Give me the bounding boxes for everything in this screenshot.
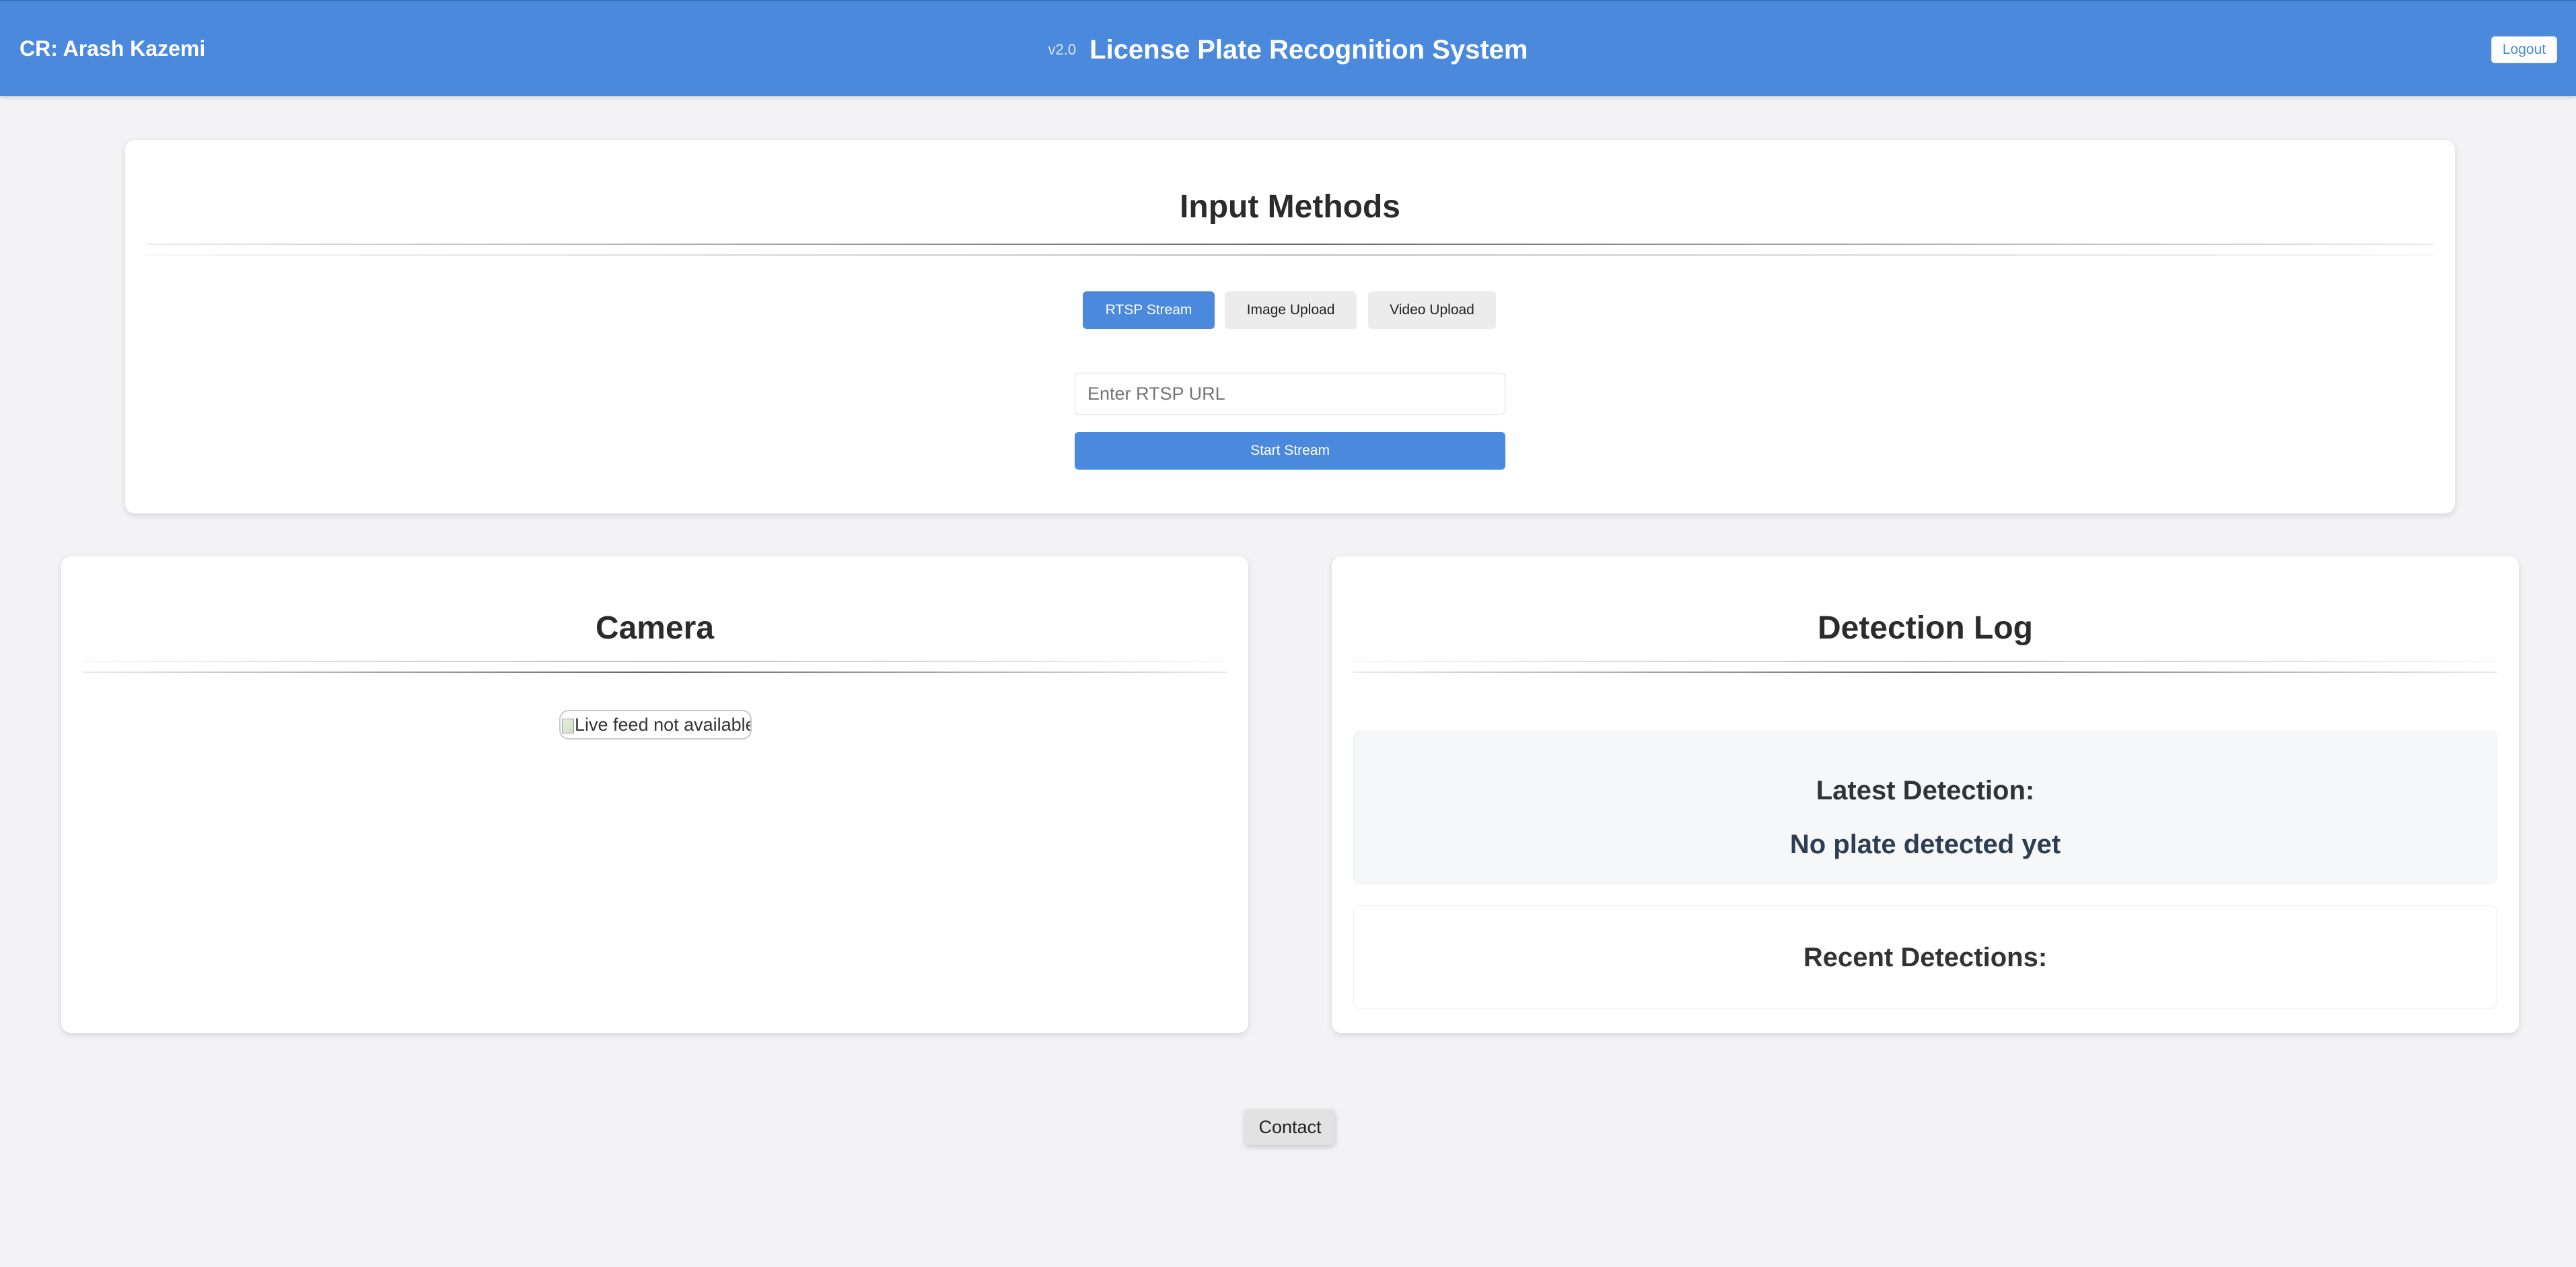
camera-card: Camera Live feed not available [61, 556, 1248, 1033]
app-title: License Plate Recognition System [1089, 35, 1528, 65]
tab-image-upload[interactable]: Image Upload [1225, 291, 1357, 329]
camera-title: Camera [595, 610, 715, 646]
latest-detection-value: No plate detected yet [1789, 830, 2061, 859]
recent-detections-label: Recent Detections: [1803, 943, 2048, 972]
latest-detection-panel: Latest Detection: No plate detected yet [1353, 731, 2497, 884]
contact-button[interactable]: Contact [1245, 1109, 1335, 1145]
rtsp-url-input[interactable] [1075, 373, 1505, 414]
tab-rtsp-stream[interactable]: RTSP Stream [1083, 291, 1215, 329]
section-divider [147, 244, 2433, 245]
title-group: v2.0 License Plate Recognition System [0, 34, 2576, 72]
section-divider-secondary [1353, 672, 2497, 673]
input-methods-title: Input Methods [1180, 189, 1400, 225]
detection-log-card: Detection Log Latest Detection: No plate… [1332, 556, 2519, 1033]
input-methods-card: Input Methods RTSP Stream Image Upload V… [125, 140, 2455, 513]
detection-log-title: Detection Log [1818, 610, 2033, 646]
section-divider-secondary [83, 672, 1227, 673]
tab-video-upload[interactable]: Video Upload [1368, 291, 1496, 329]
top-header: CR: Arash Kazemi v2.0 License Plate Recog… [0, 0, 2576, 96]
latest-detection-label: Latest Detection: [1816, 776, 2035, 805]
live-feed-alt-text: Live feed not available [575, 715, 752, 735]
section-divider [83, 661, 1227, 662]
broken-image-icon [562, 719, 574, 733]
section-divider-secondary [147, 254, 2433, 256]
recent-detections-panel: Recent Detections: [1353, 905, 2497, 1009]
start-stream-button[interactable]: Start Stream [1075, 432, 1505, 470]
logout-button[interactable]: Logout [2491, 36, 2557, 63]
version-badge: v2.0 [1048, 41, 1077, 58]
section-divider [1353, 661, 2497, 662]
live-feed-image: Live feed not available [559, 710, 752, 739]
